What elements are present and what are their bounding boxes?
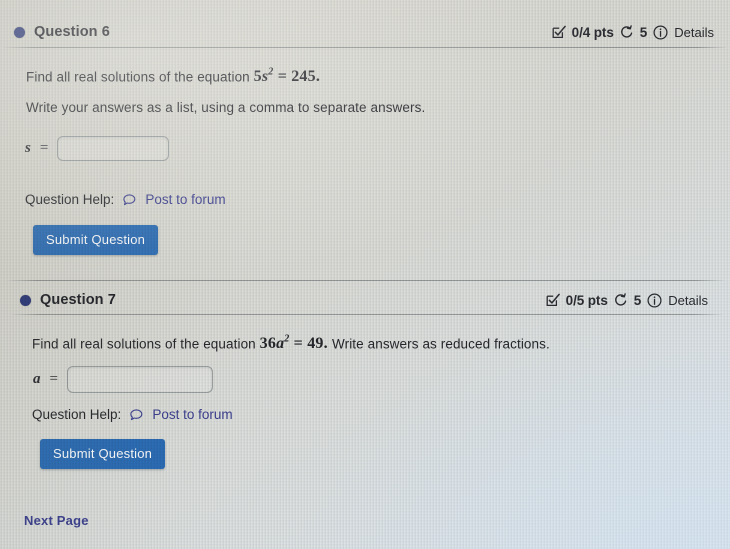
- question-details-link[interactable]: Details: [674, 25, 714, 40]
- equation-value: 49: [307, 335, 324, 353]
- question-help-row-6: Question Help: Post to forum: [25, 192, 226, 207]
- equation-exponent: 2: [268, 67, 274, 78]
- equation-relation: =: [293, 335, 303, 353]
- question-details-link[interactable]: Details: [668, 293, 708, 308]
- answer-input-6[interactable]: [57, 136, 170, 161]
- question-meta-7: 0/5 pts 5 Details: [546, 293, 708, 308]
- question-prompt-7: Find all real solutions of the equation …: [32, 334, 550, 353]
- checkbox-check-icon: [546, 293, 560, 307]
- equation-6: 5s2 = 245.: [253, 67, 321, 86]
- answer-variable-label: a: [33, 371, 41, 387]
- question-meta-6: 0/4 pts 5 Details: [552, 25, 714, 40]
- equation-relation: =: [277, 68, 288, 86]
- equation-terminator: .: [315, 68, 321, 86]
- prompt-text: Find all real solutions of the equation: [26, 69, 250, 85]
- post-to-forum-link[interactable]: Post to forum: [152, 407, 232, 422]
- counterclockwise-arrow-icon: [614, 293, 628, 307]
- question-title: Question 7: [40, 292, 116, 308]
- divider: [12, 314, 722, 315]
- answer-equals-sign: =: [39, 140, 49, 156]
- equation-exponent: 2: [284, 334, 290, 345]
- equation-terminator: .: [323, 335, 328, 353]
- prompt-text: Find all real solutions of the equation: [32, 336, 256, 352]
- question-instruction-7: Write answers as reduced fractions.: [332, 336, 550, 352]
- info-circle-icon[interactable]: [647, 292, 662, 308]
- question-status-dot-icon: [14, 26, 25, 38]
- checkbox-check-icon: [552, 25, 566, 39]
- question-title: Question 6: [34, 24, 110, 40]
- post-to-forum-link[interactable]: Post to forum: [145, 192, 225, 207]
- answer-variable-label: s: [25, 140, 31, 156]
- answer-row-6: s =: [25, 136, 170, 161]
- question-instruction-6: Write your answers as a list, using a co…: [26, 100, 426, 115]
- answer-row-7: a =: [33, 366, 213, 393]
- question-prompt-6: Find all real solutions of the equation …: [26, 67, 320, 86]
- divider: [4, 47, 726, 48]
- question-help-label: Question Help:: [25, 192, 115, 207]
- counterclockwise-arrow-icon: [620, 25, 634, 39]
- speech-bubble-icon: [130, 408, 143, 421]
- submit-question-button-7[interactable]: Submit Question: [40, 439, 166, 469]
- equation-coefficient: 36: [259, 335, 277, 353]
- screen-photo: Question 6 0/4 pts 5 Details Find all re…: [0, 0, 730, 549]
- question-status-dot-icon: [20, 294, 31, 306]
- speech-bubble-icon: [123, 193, 136, 206]
- question-points: 0/5 pts: [565, 292, 608, 308]
- divider: [8, 280, 724, 281]
- question-header-left-7: Question 7: [20, 292, 116, 308]
- question-header-7: Question 7 0/5 pts 5 Details: [0, 288, 730, 312]
- question-attempts: 5: [633, 292, 642, 308]
- answer-input-7[interactable]: [66, 366, 213, 393]
- quiz-page: Question 6 0/4 pts 5 Details Find all re…: [0, 0, 730, 549]
- question-attempts: 5: [639, 24, 648, 40]
- equation-7: 36a2 = 49.: [259, 334, 332, 353]
- equation-coefficient: 5: [253, 68, 262, 86]
- equation-value: 245: [291, 68, 316, 86]
- info-circle-icon[interactable]: [653, 24, 668, 40]
- answer-equals-sign: =: [49, 371, 58, 387]
- submit-question-button-6[interactable]: Submit Question: [33, 225, 159, 255]
- question-header-6: Question 6 0/4 pts 5 Details: [0, 20, 730, 44]
- question-points: 0/4 pts: [571, 24, 614, 40]
- question-help-row-7: Question Help: Post to forum: [32, 407, 233, 422]
- question-help-label: Question Help:: [32, 407, 122, 422]
- question-header-left-6: Question 6: [14, 24, 110, 40]
- next-page-link[interactable]: Next Page: [24, 513, 89, 528]
